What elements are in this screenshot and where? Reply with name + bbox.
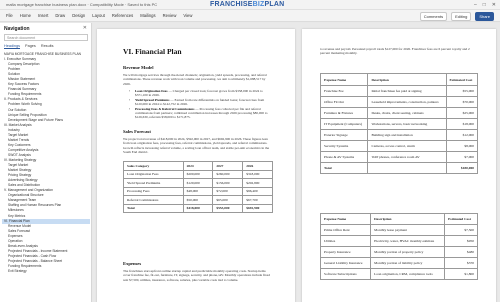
table-row: Software Subscriptions Loan origination, … (319, 268, 478, 280)
table-row: Utilities Electricity, water, HVAC monthl… (319, 235, 478, 247)
sales-forecast-heading: Sales Forecast (123, 129, 151, 134)
minimize-button[interactable]: – (474, 2, 477, 8)
table-row: Loan Origination Fees $200,000 $260,000 $31… (123, 169, 273, 179)
table-row: Security Systems Cameras, access control,… (319, 140, 479, 152)
tab-draw[interactable]: Draw (55, 13, 65, 18)
tab-references[interactable]: References (112, 13, 133, 18)
tab-headings[interactable]: Headings (4, 44, 21, 49)
ribbon: File Home Insert Draw Design Layout Refe… (0, 10, 500, 22)
brand-logo: FRANCHISEBIZPLAN (210, 1, 284, 8)
table-row: Office Fit Out Leasehold improvements, co… (319, 96, 479, 108)
tab-pages[interactable]: Pages (25, 44, 36, 49)
sales-forecast-table: Sales Category 2024 2027 2026 Loan Origi… (123, 161, 273, 213)
expenses-text: The franchises start-upfront outline sta… (123, 269, 270, 282)
tab-review[interactable]: Review (163, 13, 177, 18)
nav-heading-item[interactable]: Exit Strategy (2, 269, 90, 274)
tab-view[interactable]: View (183, 13, 192, 18)
brand-part3: PLAN (264, 1, 285, 8)
title-bar: mafia mortgage franchise business plan.d… (0, 0, 500, 10)
page-1: VI. Financial Plan Revenue Model We will… (97, 29, 295, 302)
table-row: Exterior Signage Building sign and instal… (319, 129, 479, 141)
close-button[interactable]: ✕ (492, 2, 496, 8)
page2-intro-text: to revenue and payroll. Personnel payrol… (320, 47, 470, 56)
navigation-header: Navigation (4, 26, 30, 32)
expenses-heading: Expenses (123, 261, 142, 266)
table-row: Prime Office Rent Monthly lease payment $7… (319, 224, 478, 236)
search-input[interactable]: Search document (4, 34, 88, 41)
navigation-pane: Navigation ✕ Search document Headings Pa… (0, 23, 92, 302)
tab-insert[interactable]: Insert (38, 13, 48, 18)
sales-forecast-text: We project total revenue of $418,000 in … (123, 137, 270, 155)
bullet-item: Loan Origination Fees — Charged per clos… (129, 89, 274, 98)
close-icon[interactable]: ✕ (83, 25, 87, 31)
table-row: Processing Fees $48,000 $72,000 $96,400 (123, 186, 273, 196)
section-heading: VI. Financial Plan (123, 47, 182, 56)
startup-costs-table: Expense Name Description Estimated Cost … (319, 73, 479, 174)
table-header-row: Expense Name Description Estimated Cost (319, 213, 478, 225)
tab-results[interactable]: Results (41, 44, 54, 49)
table-row: Franchise Fee Initial franchisee fee paid… (319, 85, 479, 97)
revenue-bullets: Loan Origination Fees — Charged per clos… (129, 89, 274, 120)
table-header-row: Expense Name Description Estimated Cost (319, 73, 479, 86)
document-area[interactable]: VI. Financial Plan Revenue Model We will… (93, 23, 500, 302)
table-row: Property Insurance Monthly portion of pro… (319, 246, 478, 258)
page-2: to revenue and payroll. Personnel payrol… (302, 29, 496, 302)
tab-layout[interactable]: Layout (92, 13, 105, 18)
heading-list: MAFIA MORTGAGE FRANCHISE BUSINESS PLAN I.… (2, 52, 90, 274)
table-row: Yield Spread Premiums $120,000 $156,000 $20… (123, 178, 273, 188)
tab-design[interactable]: Design (72, 13, 85, 18)
table-row: Referral Commissions $50,000 $65,000 $67,70… (123, 195, 273, 205)
table-row: Furniture & Fixtures Desks, chairs, clien… (319, 107, 479, 119)
editing-button[interactable]: Editing (451, 12, 472, 21)
table-total-row: Total $180,000 (319, 162, 479, 174)
table-row: General Liability Insurance Monthly porti… (319, 257, 478, 269)
table-total-row: Total $418,000 $553,000 $692,900 (123, 203, 273, 213)
maximize-button[interactable]: □ (483, 2, 486, 8)
revenue-model-text: We will mortgage services through the-ti… (123, 73, 267, 86)
brand-part2: BIZ (252, 1, 265, 8)
bullet-item: Yield Spread Premiums — Earned from rate… (129, 98, 274, 107)
share-button[interactable]: Share (475, 12, 494, 21)
window-title: mafia mortgage franchise business plan.d… (6, 2, 158, 7)
tab-file[interactable]: File (6, 13, 13, 18)
table-row: IT Equipment (Computers) Workstations, se… (319, 118, 479, 130)
brand-part1: FRANCHISE (210, 1, 253, 8)
revenue-model-heading: Revenue Model (123, 65, 154, 70)
monthly-costs-table: Expense Name Description Estimated Cost … (319, 213, 478, 280)
bullet-item: Processing Fees & Referral Commissions —… (129, 107, 274, 120)
table-header-row: Sales Category 2024 2027 2026 (123, 161, 273, 171)
tab-mailings[interactable]: Mailings (140, 13, 155, 18)
table-row: Phone & AV Systems VoIP phones, conferenc… (319, 151, 479, 163)
comments-button[interactable]: Comments (419, 12, 448, 21)
tab-home[interactable]: Home (20, 13, 31, 18)
